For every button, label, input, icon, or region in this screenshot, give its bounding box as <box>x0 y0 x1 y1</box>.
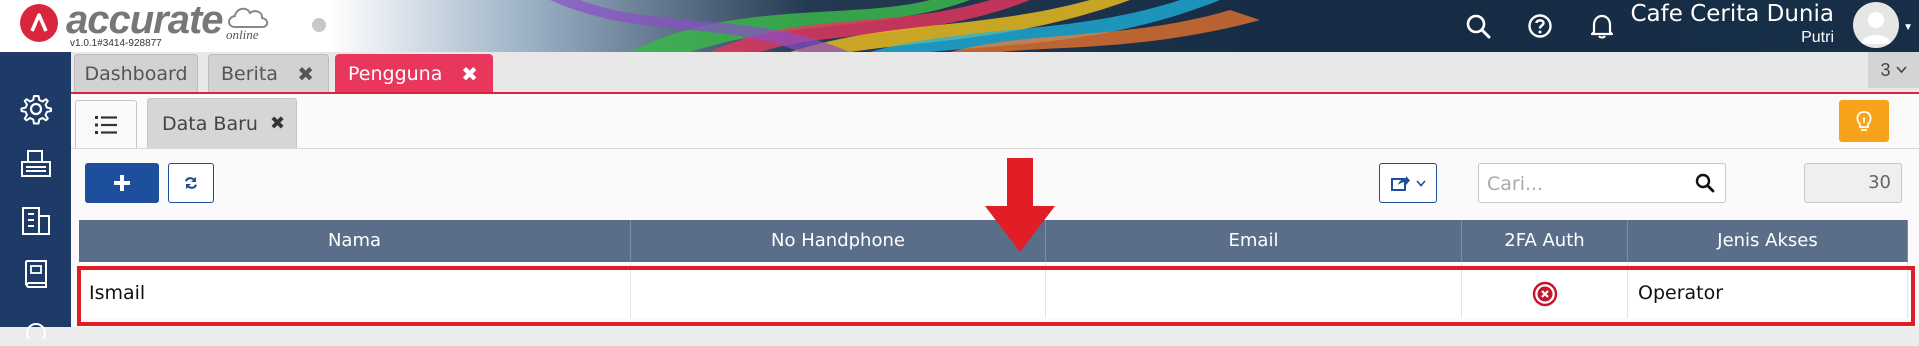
more-menu-icon[interactable] <box>19 312 53 346</box>
tab-data-baru[interactable]: Data Baru ✖ <box>147 98 297 148</box>
list-view-tab[interactable] <box>75 100 137 148</box>
accurate-logo-mark <box>20 4 58 42</box>
list-icon <box>95 115 117 134</box>
subtab-label: Data Baru <box>162 112 258 135</box>
cell-email <box>1046 262 1462 318</box>
logo-online-label: online <box>226 27 259 42</box>
avatar[interactable] <box>1853 2 1899 48</box>
search-input[interactable] <box>1479 164 1689 204</box>
version-label: v1.0.1#3414-928877 <box>70 38 162 49</box>
tab-label: Berita <box>221 62 278 85</box>
help-icon[interactable] <box>1524 10 1556 42</box>
tabs-bar: Dashboard Berita ✖ Pengguna ✖ 3 <box>71 52 1919 94</box>
column-header-email[interactable]: Email <box>1046 220 1462 262</box>
refresh-button[interactable] <box>168 163 214 203</box>
chevron-down-icon <box>1415 179 1426 187</box>
table-row[interactable]: Ismail Operator <box>79 262 1908 318</box>
tab-count: 3 <box>1880 59 1891 80</box>
search-icon[interactable] <box>1462 10 1494 42</box>
book-icon[interactable] <box>19 257 53 291</box>
sidebar <box>0 52 71 339</box>
column-header-jenis-akses[interactable]: Jenis Akses <box>1628 220 1908 262</box>
close-icon[interactable]: ✖ <box>297 62 314 86</box>
lightbulb-icon <box>1856 111 1872 131</box>
logo-text: accurate <box>66 0 224 42</box>
plus-icon <box>114 175 130 191</box>
search-box <box>1478 163 1726 204</box>
sub-tabs-bar: Data Baru ✖ <box>71 94 1919 149</box>
column-header-no-handphone[interactable]: No Handphone <box>631 220 1046 262</box>
lightbulb-button[interactable] <box>1839 100 1889 142</box>
chevron-down-icon <box>1895 66 1907 74</box>
add-button[interactable] <box>85 163 159 203</box>
fax-icon[interactable] <box>19 147 53 181</box>
user-name[interactable]: Putri <box>1801 29 1834 47</box>
top-bar: accurate online v1.0.1#3414-928877 Cafe … <box>0 0 1919 52</box>
refresh-icon <box>185 177 197 189</box>
tab-dashboard[interactable]: Dashboard <box>74 54 198 92</box>
chevron-down-icon[interactable]: ▼ <box>1903 22 1913 33</box>
tab-berita[interactable]: Berita ✖ <box>208 54 329 92</box>
column-header-2fa-auth[interactable]: 2FA Auth <box>1462 220 1628 262</box>
bell-icon[interactable] <box>1586 10 1618 42</box>
tab-count-dropdown[interactable]: 3 <box>1868 52 1919 88</box>
column-header-nama[interactable]: Nama <box>79 220 631 262</box>
close-icon[interactable]: ✖ <box>270 113 285 134</box>
status-dot <box>312 18 326 32</box>
tab-label: Dashboard <box>84 62 188 85</box>
cell-no-handphone <box>631 262 1046 318</box>
building-icon[interactable] <box>19 202 53 236</box>
page-size-field[interactable]: 30 <box>1804 163 1902 203</box>
close-icon[interactable]: ✖ <box>461 62 478 86</box>
export-button[interactable] <box>1379 163 1437 203</box>
2fa-disabled-icon <box>1532 281 1557 307</box>
cell-2fa-auth <box>1462 262 1628 318</box>
cell-jenis-akses: Operator <box>1628 262 1908 318</box>
export-icon <box>1390 176 1410 191</box>
company-name[interactable]: Cafe Cerita Dunia <box>1630 1 1834 27</box>
red-arrow-annotation <box>985 158 1055 252</box>
gear-icon[interactable] <box>19 92 53 126</box>
tab-pengguna[interactable]: Pengguna ✖ <box>335 54 493 92</box>
search-icon[interactable] <box>1695 173 1715 193</box>
cell-nama: Ismail <box>79 262 631 318</box>
tab-label: Pengguna <box>348 62 443 85</box>
